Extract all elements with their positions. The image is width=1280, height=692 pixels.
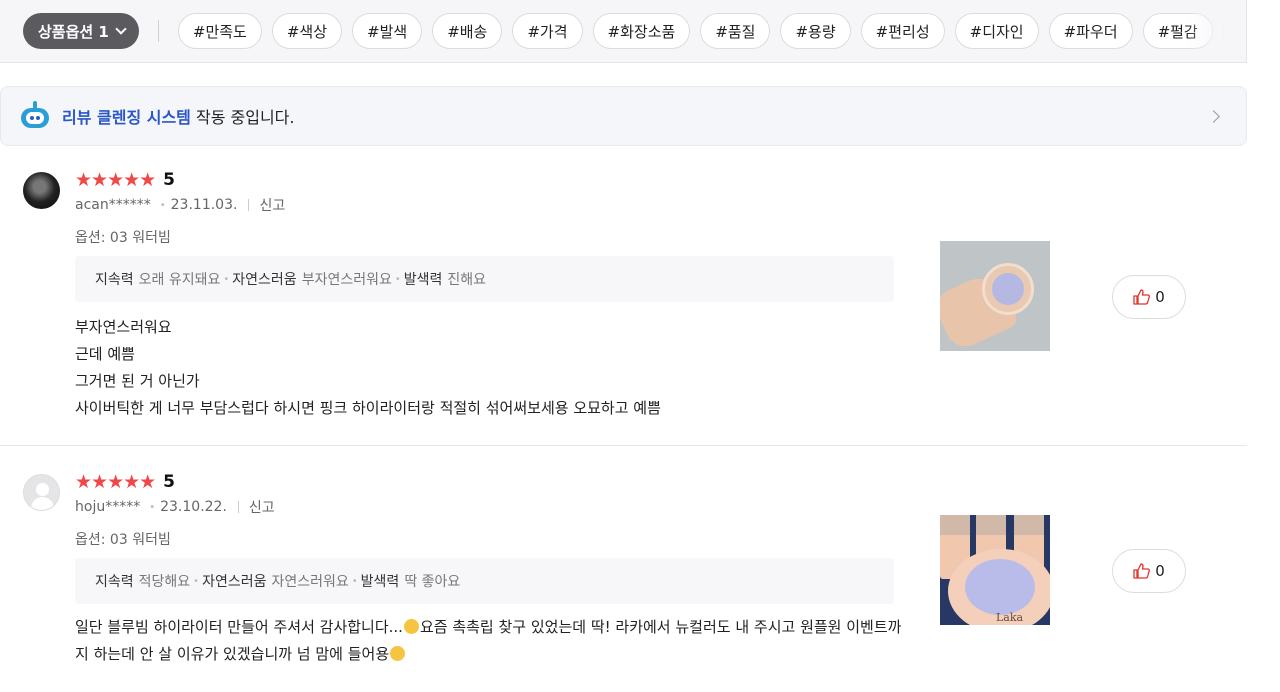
tag-chip-cosmetic-tools[interactable]: #화장소품 (592, 13, 691, 49)
attr-value: 딱 좋아요 (404, 574, 461, 590)
thumbs-up-emoji-icon (403, 619, 419, 634)
attribute-summary: 지속력 오래 유지돼요 • 자연스러움 부자연스러워요 • 발색력 진해요 (75, 256, 894, 302)
tag-chip-color[interactable]: #색상 (271, 13, 343, 49)
product-option: 옵션: 03 워터빔 (75, 230, 171, 246)
tag-filter-bar: 상품옵션 1 #만족도 #색상 #발색 #배송 #가격 #화장소품 #품질 #용… (0, 0, 1247, 63)
banner-rest: 작동 중입니다. (190, 108, 295, 127)
smiling-emoji-icon (390, 646, 406, 661)
review-meta: acan****** • 23.11.03. 신고 (75, 195, 286, 215)
review-date: 23.11.03. (170, 197, 238, 213)
banner-highlight: 리뷰 클렌징 시스템 (62, 108, 191, 127)
attr-value: 진해요 (447, 272, 487, 288)
review-photo[interactable] (940, 241, 1050, 351)
attr-key: 발색력 (360, 574, 400, 590)
reviewer-name: hoju***** (75, 499, 141, 515)
review-line: 부자연스러워요 (75, 318, 172, 336)
review-photo[interactable]: Laka (940, 515, 1050, 625)
tag-chip-capacity[interactable]: #용량 (780, 13, 851, 49)
attr-key: 발색력 (403, 272, 443, 288)
rating: ★★★★★ 5 (75, 472, 175, 492)
review-item: ★★★★★ 5 acan****** • 23.11.03. 신고 옵션: 03… (0, 160, 1247, 446)
product-option: 옵션: 03 워터빔 (75, 532, 171, 548)
star-rating-icon: ★★★★★ (75, 169, 156, 191)
chevron-down-icon (115, 23, 127, 35)
attr-value: 오래 유지돼요 (138, 272, 221, 288)
chevron-right-icon (1207, 110, 1220, 123)
rating-score: 5 (163, 472, 176, 492)
banner-text: 리뷰 클렌징 시스템 작동 중입니다. (62, 104, 294, 128)
review-cleansing-banner[interactable]: 리뷰 클렌징 시스템 작동 중입니다. (0, 86, 1247, 146)
photo-brand-text: Laka (996, 611, 1024, 624)
like-count: 0 (1155, 288, 1165, 306)
robot-icon (19, 101, 51, 131)
avatar (23, 172, 60, 209)
attr-key: 지속력 (95, 272, 134, 288)
rating-score: 5 (163, 170, 176, 190)
tag-chip-convenience[interactable]: #편리성 (860, 13, 945, 49)
attr-key: 지속력 (95, 574, 134, 590)
tag-chip-design[interactable]: #디자인 (954, 13, 1039, 49)
avatar (23, 474, 60, 511)
tag-chip-price[interactable]: #가격 (512, 13, 583, 49)
report-link[interactable]: 신고 (259, 195, 285, 215)
review-text: 부자연스러워요 근데 예쁨 그거면 된 거 아닌가 사이버틱한 게 너무 부담스… (75, 314, 661, 422)
attr-key: 자연스러움 (202, 574, 267, 590)
report-link[interactable]: 신고 (249, 497, 275, 517)
review-text: 일단 블루빔 하이라이터 만들어 주셔서 감사합니다... 요즘 촉촉립 찾구 있… (75, 614, 905, 668)
attr-key: 자연스러움 (232, 272, 297, 288)
tag-chip-pigment[interactable]: #발색 (352, 13, 423, 49)
tag-chip-delivery[interactable]: #배송 (432, 13, 503, 49)
reviewer-name: acan****** (75, 197, 151, 213)
scroll-fade (1186, 0, 1246, 62)
like-button[interactable]: 0 (1112, 549, 1186, 593)
tag-chip-powder[interactable]: #파우더 (1048, 13, 1133, 49)
review-line: 그거면 된 거 아닌가 (75, 372, 200, 390)
divider (157, 20, 159, 42)
attr-value: 자연스러워요 (271, 574, 349, 590)
review-line: 사이버틱한 게 너무 부담스럽다 하시면 핑크 하이라이터랑 적절히 섞어써보세… (75, 399, 661, 417)
product-option-dropdown[interactable]: 상품옵션 1 (23, 13, 139, 49)
thumbs-up-icon (1133, 289, 1151, 305)
attr-value: 적당해요 (138, 574, 191, 590)
like-count: 0 (1155, 562, 1165, 580)
review-item: ★★★★★ 5 hoju***** • 23.10.22. 신고 옵션: 03 … (0, 462, 1247, 692)
product-option-label: 상품옵션 1 (38, 22, 109, 41)
thumbs-up-icon (1133, 563, 1151, 579)
review-meta: hoju***** • 23.10.22. 신고 (75, 497, 275, 517)
review-line: 근데 예쁨 (75, 345, 135, 363)
attr-value: 부자연스러워요 (301, 272, 392, 288)
rating: ★★★★★ 5 (75, 170, 175, 190)
tag-chip-satisfaction[interactable]: #만족도 (177, 13, 262, 49)
attribute-summary: 지속력 적당해요 • 자연스러움 자연스러워요 • 발색력 딱 좋아요 (75, 558, 894, 604)
like-button[interactable]: 0 (1112, 275, 1186, 319)
review-text-part: 일단 블루빔 하이라이터 만들어 주셔서 감사합니다... (75, 618, 403, 636)
tag-chip-quality[interactable]: #품질 (700, 13, 771, 49)
review-date: 23.10.22. (160, 499, 227, 515)
star-rating-icon: ★★★★★ (75, 471, 156, 493)
